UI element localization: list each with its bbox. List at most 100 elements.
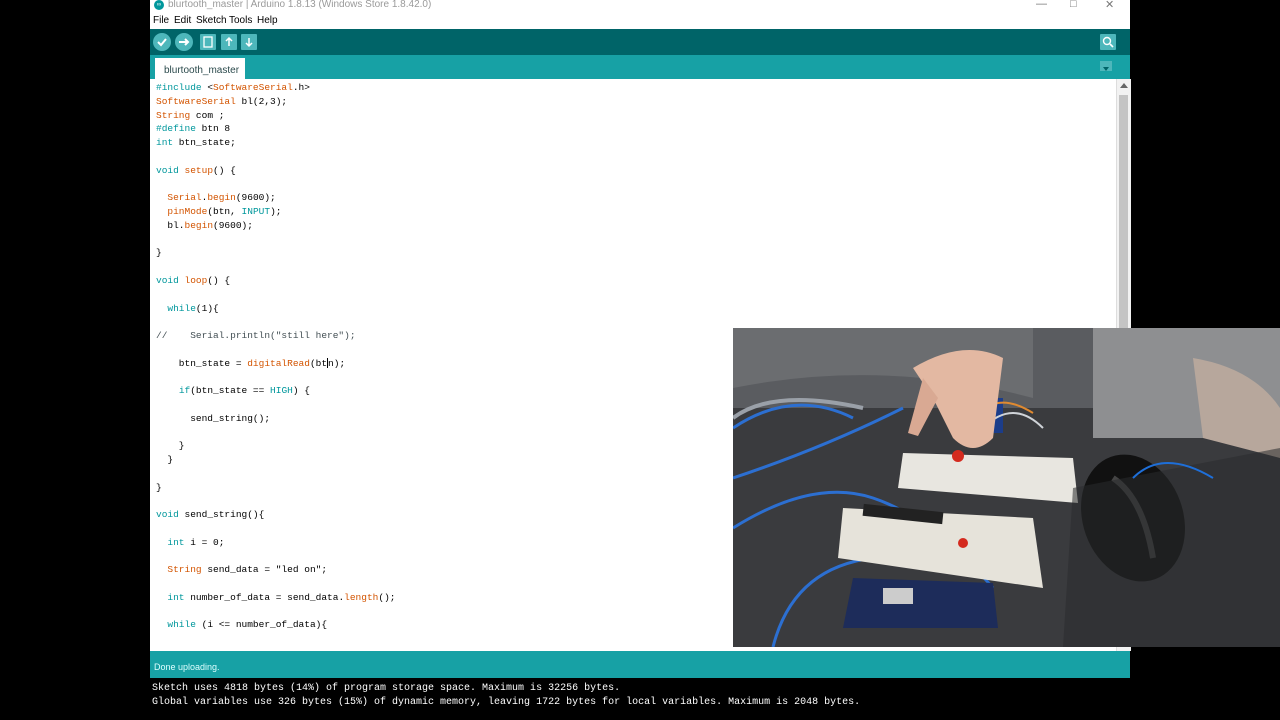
console-text: Sketch uses 4818 bytes (14%) of program … xyxy=(152,682,860,710)
code-token: bl. xyxy=(156,219,185,231)
upload-button[interactable] xyxy=(175,33,193,51)
code-line: void loop() { xyxy=(156,275,230,286)
code-token: send_string(); xyxy=(156,412,271,424)
tab-label: blurtooth_master xyxy=(164,65,240,76)
code-line: // Serial.println("still here"); xyxy=(156,330,356,341)
menu-tools[interactable]: Tools xyxy=(229,15,252,26)
maximize-button[interactable]: □ xyxy=(1070,0,1077,10)
code-token: send_data = "led on"; xyxy=(201,564,328,576)
code-token: length xyxy=(344,591,379,603)
code-line: while(1){ xyxy=(156,302,219,314)
code-token: send_string(){ xyxy=(178,509,265,521)
menu-edit[interactable]: Edit xyxy=(174,15,191,26)
console-line: Sketch uses 4818 bytes (14%) of program … xyxy=(152,683,621,694)
code-token: if xyxy=(178,385,191,397)
chevron-down-icon xyxy=(1103,67,1109,71)
code-token: .h> xyxy=(292,82,310,93)
verify-icon xyxy=(157,38,167,47)
menu-file[interactable]: File xyxy=(153,15,169,26)
code-token: (btn_state == xyxy=(190,385,271,397)
code-line: Serial.begin(9600); xyxy=(156,192,276,204)
code-line: String com ; xyxy=(156,110,224,121)
menu-help[interactable]: Help xyxy=(257,15,278,26)
save-sketch-button[interactable] xyxy=(241,34,257,50)
minimize-button[interactable]: — xyxy=(1036,0,1047,10)
code-line: if(btn_state == HIGH) { xyxy=(156,385,310,396)
code-line: } xyxy=(156,247,162,258)
open-sketch-button[interactable] xyxy=(221,34,237,50)
code-token: ); xyxy=(270,206,282,218)
close-button[interactable]: ✕ xyxy=(1105,0,1114,11)
status-bar: Done uploading. xyxy=(150,651,1130,678)
save-icon xyxy=(245,38,253,48)
serial-monitor-button[interactable] xyxy=(1100,34,1116,50)
code-line: int btn_state; xyxy=(156,137,236,148)
code-token: void xyxy=(156,509,179,521)
output-console: Sketch uses 4818 bytes (14%) of program … xyxy=(150,678,1130,720)
code-token: (i <= number_of_data){ xyxy=(195,619,328,631)
code-token: void xyxy=(156,274,179,286)
menu-bar: File Edit Sketch Tools Help xyxy=(150,12,1130,29)
code-token: bl(2,3); xyxy=(235,95,288,107)
code-line: } xyxy=(156,454,173,465)
code-token: (9600); xyxy=(235,192,276,204)
code-token: btn_state; xyxy=(173,137,236,149)
code-token: } xyxy=(156,247,162,259)
code-token: #include xyxy=(156,82,208,93)
code-text[interactable]: #include <SoftwareSerial.h> SoftwareSeri… xyxy=(156,81,395,632)
code-token: SoftwareSerial xyxy=(156,95,236,107)
code-line: btn_state = digitalRead(btn); xyxy=(156,358,345,369)
code-token: int xyxy=(156,137,174,149)
arduino-app-icon: ∞ xyxy=(154,0,164,10)
code-token: loop xyxy=(184,274,208,286)
code-token: (9600); xyxy=(213,219,253,231)
code-token: int xyxy=(167,591,185,603)
open-icon xyxy=(225,36,233,46)
code-token: begin xyxy=(184,219,214,231)
code-token: ) { xyxy=(292,385,310,397)
code-token: Serial xyxy=(167,192,202,204)
serial-monitor-icon xyxy=(1102,36,1114,48)
scroll-up-arrow-icon[interactable] xyxy=(1120,83,1128,88)
tab-bar: blurtooth_master xyxy=(150,55,1130,79)
console-line: Global variables use 326 bytes (15%) of … xyxy=(152,697,861,708)
code-line: send_string(); xyxy=(156,413,270,424)
code-token: INPUT xyxy=(241,206,271,218)
code-line: int number_of_data = send_data.length(); xyxy=(156,592,395,603)
menu-sketch[interactable]: Sketch xyxy=(196,15,227,26)
new-sketch-button[interactable] xyxy=(200,34,216,50)
tab-menu-button[interactable] xyxy=(1100,61,1112,71)
code-line: SoftwareSerial bl(2,3); xyxy=(156,96,287,107)
code-line: bl.begin(9600); xyxy=(156,220,253,231)
code-token: while xyxy=(167,302,196,314)
code-token: String xyxy=(167,564,202,576)
code-token: int xyxy=(167,536,185,548)
status-message: Done uploading. xyxy=(154,662,220,672)
code-token: HIGH xyxy=(270,385,293,397)
toolbar xyxy=(150,29,1130,55)
code-line: pinMode(btn, INPUT); xyxy=(156,206,281,217)
code-token: i = 0; xyxy=(184,536,225,548)
code-token: (1){ xyxy=(195,302,219,314)
code-line: void send_string(){ xyxy=(156,509,264,520)
code-line: } xyxy=(156,440,185,451)
code-line: while (i <= number_of_data){ xyxy=(156,619,327,630)
code-token: } xyxy=(156,481,162,493)
code-token: btn 8 xyxy=(195,123,231,135)
webcam-photo-arduino-breadboard xyxy=(733,328,1280,647)
code-token: while xyxy=(167,619,196,631)
code-line: } xyxy=(156,482,162,493)
code-token: void xyxy=(156,164,179,176)
verify-button[interactable] xyxy=(153,33,171,51)
code-line: String send_data = "led on"; xyxy=(156,564,327,575)
tab-blurtooth-master[interactable]: blurtooth_master xyxy=(155,58,245,79)
window-title: blurtooth_master | Arduino 1.8.13 (Windo… xyxy=(168,0,432,10)
